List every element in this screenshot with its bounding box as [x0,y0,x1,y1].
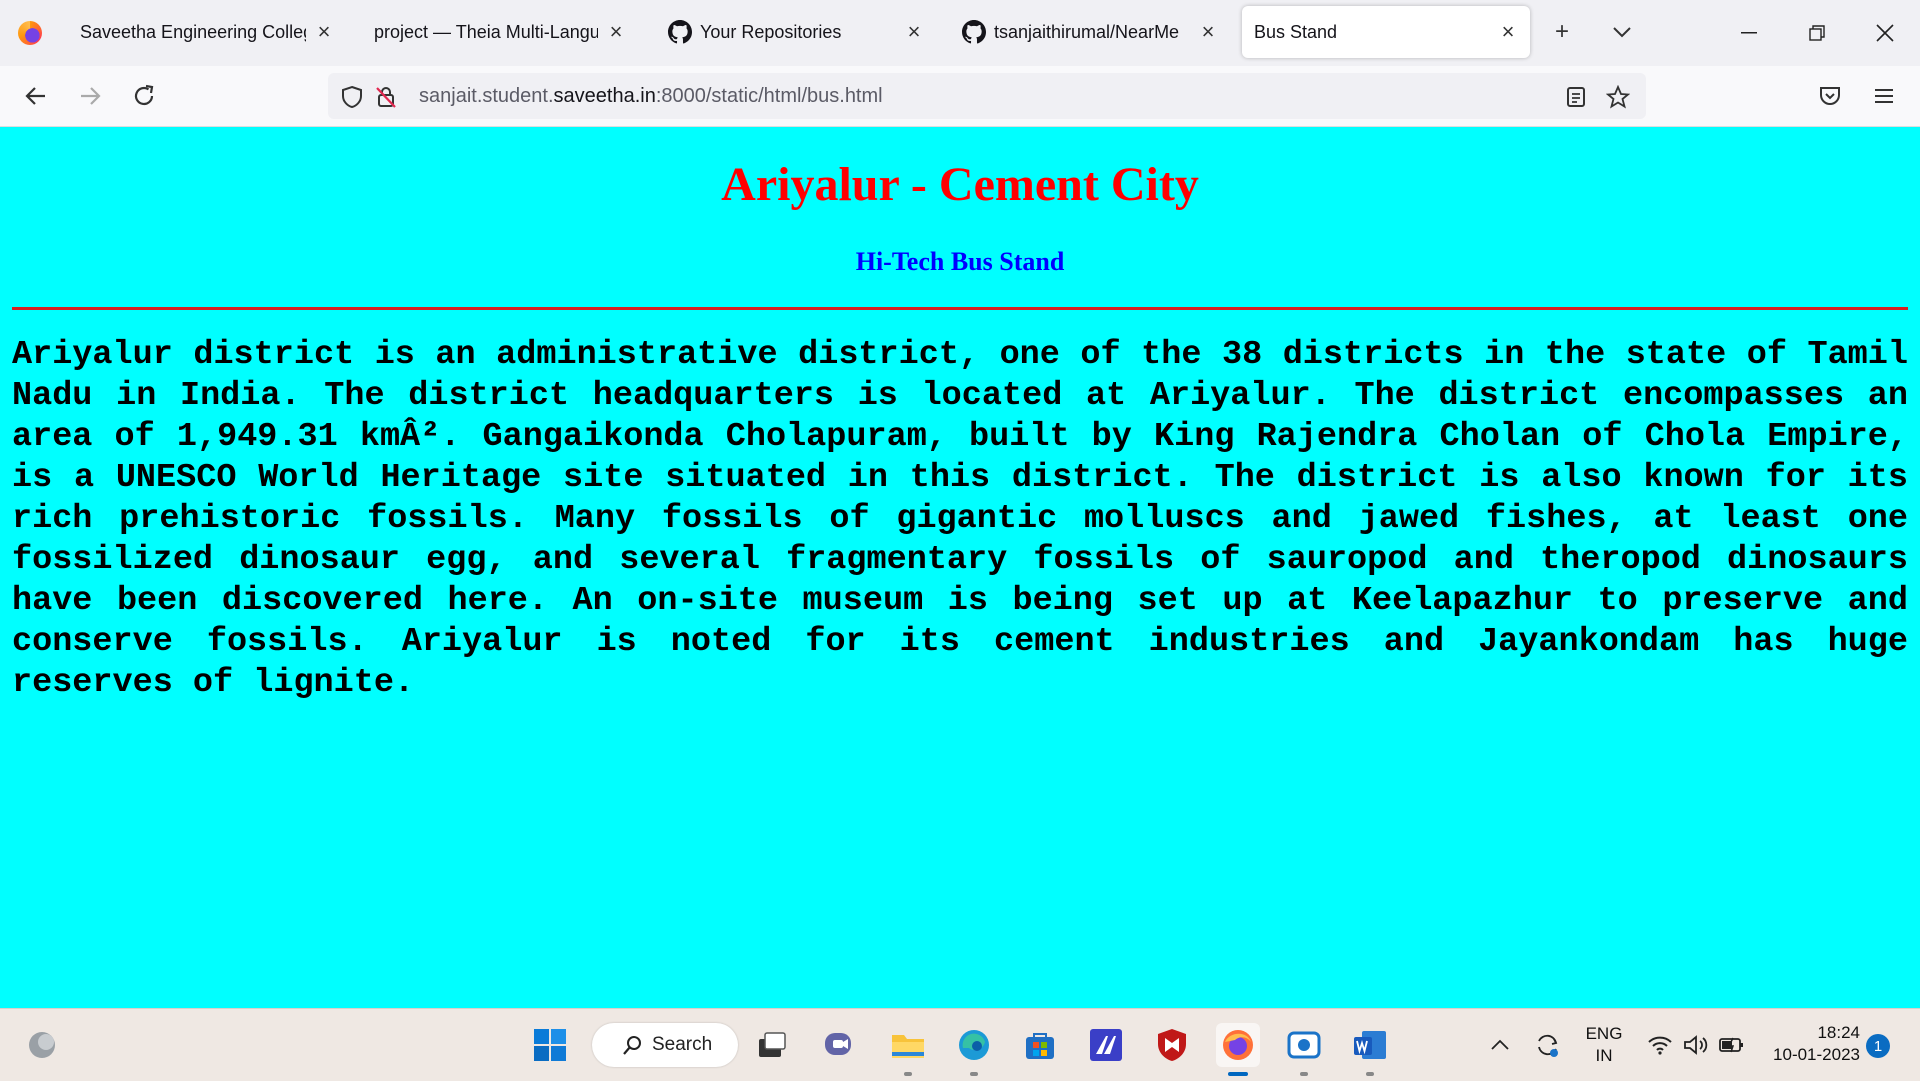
language-indicator[interactable]: ENG IN [1580,1023,1628,1067]
mcafee-shield-icon[interactable] [1150,1023,1194,1067]
clock-date: 10-01-2023 [1773,1045,1860,1064]
reader-view-icon[interactable] [1562,83,1590,111]
url-prefix: sanjait.student. [419,85,554,107]
url-text[interactable]: sanjait.student.saveetha.in:8000/static/… [419,85,883,108]
navigation-bar: sanjait.student.saveetha.in:8000/static/… [0,66,1920,127]
hamburger-menu-icon [1875,89,1893,103]
volume-icon[interactable] [1676,1023,1716,1067]
microsoft-store-icon[interactable] [1018,1023,1062,1067]
windows-start-icon [534,1029,566,1061]
language-code: ENG [1585,1024,1623,1043]
tab-label: Bus Stand [1254,21,1338,42]
show-hidden-icons-chevron-up-icon[interactable] [1478,1023,1522,1067]
firefox-taskbar-icon[interactable] [1216,1023,1260,1076]
page-title: Ariyalur - Cement City [721,158,1199,211]
district-description: Ariyalur district is an administrative d… [12,336,1908,702]
running-indicator [1366,1072,1374,1076]
close-icon[interactable]: × [904,19,924,45]
start-button[interactable] [528,1023,572,1067]
back-button[interactable] [16,76,56,116]
taskbar-search-box[interactable]: Search [592,1023,738,1067]
tab-label: project — Theia Multi-Langua [374,21,598,42]
pocket-icon [1820,87,1840,105]
application-menu-button[interactable] [1864,76,1904,116]
arrow-left-icon [25,87,45,105]
search-label: Search [652,1034,713,1055]
web-page-content: Ariyalur - Cement City Hi-Tech Bus Stand… [0,127,1920,1008]
tab-bus-stand[interactable]: Bus Stand × [1242,6,1530,58]
clock[interactable]: 18:24 10-01-2023 [1756,1022,1860,1066]
arrow-right-icon [81,87,101,105]
tab-saveetha[interactable]: Saveetha Engineering College × [68,6,346,58]
tab-label: tsanjaithirumal/NearMe [994,21,1180,42]
close-icon[interactable]: × [1498,19,1518,45]
firefox-logo-icon[interactable] [18,21,42,45]
screen-recorder-icon[interactable] [1282,1023,1326,1076]
tab-strip: Saveetha Engineering College × project —… [0,0,1920,66]
reload-button[interactable] [124,76,164,116]
restore-button[interactable] [1794,10,1840,56]
close-icon[interactable]: × [1198,19,1218,45]
teams-chat-icon[interactable] [818,1023,862,1067]
url-bar[interactable]: sanjait.student.saveetha.in:8000/static/… [328,73,1646,119]
task-view-icon[interactable] [750,1023,794,1067]
tab-label: Saveetha Engineering College [80,21,306,42]
shield-icon[interactable] [338,83,366,111]
word-icon[interactable] [1348,1023,1392,1076]
taskbar: Search ENG IN 18:24 10-01-2023 1 [0,1008,1920,1081]
battery-charging-icon[interactable] [1712,1023,1752,1067]
page-subtitle: Hi-Tech Bus Stand [855,247,1065,276]
restore-icon [1809,25,1825,41]
region-code: IN [1595,1046,1613,1065]
notification-count: 1 [1873,1037,1883,1055]
list-all-tabs-button[interactable] [1604,14,1640,50]
notification-badge[interactable]: 1 [1866,1034,1890,1058]
pocket-button[interactable] [1810,76,1850,116]
wifi-icon[interactable] [1640,1023,1680,1067]
new-tab-button[interactable]: + [1544,14,1580,50]
url-host: saveetha.in [553,85,656,107]
clock-time: 18:24 [1817,1023,1860,1042]
bookmark-star-icon[interactable] [1604,83,1632,111]
horizontal-divider [12,307,1908,310]
close-icon[interactable]: × [314,19,334,45]
running-indicator [970,1072,978,1076]
file-explorer-icon[interactable] [886,1023,930,1076]
close-window-button[interactable] [1862,10,1908,56]
insecure-lock-icon[interactable] [372,83,400,111]
edge-browser-icon[interactable] [952,1023,996,1076]
forward-button[interactable] [70,76,110,116]
minimize-button[interactable] [1726,10,1772,56]
close-icon[interactable]: × [606,19,626,45]
url-suffix: :8000/static/html/bus.html [655,85,883,107]
tab-label: Your Repositories [700,21,842,42]
minimize-icon [1741,32,1757,34]
github-icon [668,20,692,44]
running-indicator [1300,1072,1308,1076]
chevron-down-icon [1613,27,1631,38]
tab-your-repositories[interactable]: Your Repositories × [656,6,936,58]
weather-widget-icon[interactable] [20,1023,64,1067]
app-maker-icon[interactable] [1084,1023,1128,1067]
github-icon [962,20,986,44]
reload-icon [134,84,154,106]
search-icon [623,1036,641,1055]
close-icon [1876,24,1894,42]
running-indicator [904,1072,912,1076]
onedrive-sync-icon[interactable] [1526,1023,1570,1067]
tab-nearme[interactable]: tsanjaithirumal/NearMe × [950,6,1230,58]
tab-project[interactable]: project — Theia Multi-Langua × [362,6,638,58]
active-indicator [1228,1072,1248,1076]
